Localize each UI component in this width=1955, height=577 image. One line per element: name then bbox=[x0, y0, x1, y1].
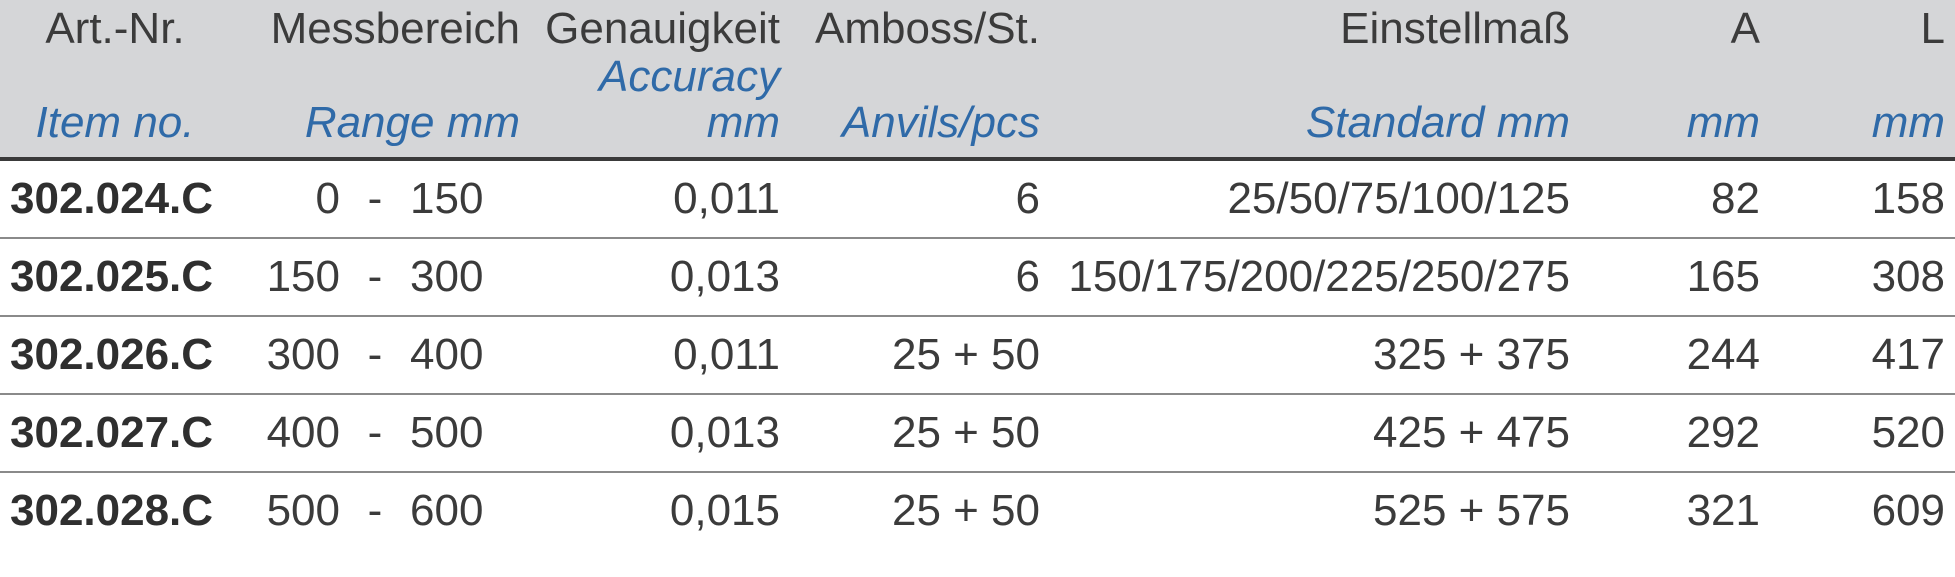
cell-anvils: 6 bbox=[790, 159, 1050, 238]
cell-standard: 425 + 475 bbox=[1050, 394, 1580, 472]
cell-item: 302.024.C bbox=[0, 159, 230, 238]
col-header-item-en: Item no. bbox=[0, 54, 230, 156]
cell-range-dash: - bbox=[350, 159, 400, 238]
cell-item: 302.025.C bbox=[0, 238, 230, 316]
cell-accuracy: 0,011 bbox=[530, 159, 790, 238]
cell-anvils: 25 + 50 bbox=[790, 394, 1050, 472]
cell-standard: 150/175/200/225/250/275 bbox=[1050, 238, 1580, 316]
cell-range-to: 600 bbox=[400, 472, 530, 549]
cell-range-from: 300 bbox=[230, 316, 350, 394]
col-header-a-de: A bbox=[1580, 0, 1770, 54]
col-header-l-de: L bbox=[1770, 0, 1955, 54]
cell-range-dash: - bbox=[350, 316, 400, 394]
cell-anvils: 25 + 50 bbox=[790, 316, 1050, 394]
cell-range-to: 300 bbox=[400, 238, 530, 316]
cell-range-dash: - bbox=[350, 394, 400, 472]
cell-item: 302.026.C bbox=[0, 316, 230, 394]
cell-l: 417 bbox=[1770, 316, 1955, 394]
cell-l: 609 bbox=[1770, 472, 1955, 549]
col-header-anvils-en: Anvils/pcs bbox=[790, 54, 1050, 156]
table-row: 302.026.C 300 - 400 0,011 25 + 50 325 + … bbox=[0, 316, 1955, 394]
col-header-l-en: mm bbox=[1770, 54, 1955, 156]
cell-standard: 25/50/75/100/125 bbox=[1050, 159, 1580, 238]
cell-anvils: 25 + 50 bbox=[790, 472, 1050, 549]
cell-a: 244 bbox=[1580, 316, 1770, 394]
cell-range-to: 400 bbox=[400, 316, 530, 394]
cell-a: 321 bbox=[1580, 472, 1770, 549]
cell-a: 165 bbox=[1580, 238, 1770, 316]
cell-accuracy: 0,015 bbox=[530, 472, 790, 549]
spec-table: Art.-Nr. Messbereich Genauigkeit Amboss/… bbox=[0, 0, 1955, 549]
table-row: 302.028.C 500 - 600 0,015 25 + 50 525 + … bbox=[0, 472, 1955, 549]
col-header-anvils-de: Amboss/St. bbox=[790, 0, 1050, 54]
cell-range-to: 150 bbox=[400, 159, 530, 238]
cell-range-from: 400 bbox=[230, 394, 350, 472]
cell-range-to: 500 bbox=[400, 394, 530, 472]
cell-range-from: 500 bbox=[230, 472, 350, 549]
cell-range-dash: - bbox=[350, 472, 400, 549]
table-row: 302.027.C 400 - 500 0,013 25 + 50 425 + … bbox=[0, 394, 1955, 472]
col-header-standard-de: Einstellmaß bbox=[1050, 0, 1580, 54]
cell-item: 302.027.C bbox=[0, 394, 230, 472]
col-header-a-en: mm bbox=[1580, 54, 1770, 156]
col-header-range-en: Range mm bbox=[230, 54, 530, 156]
col-header-accuracy-en: Accuracy mm bbox=[530, 54, 790, 156]
cell-standard: 525 + 575 bbox=[1050, 472, 1580, 549]
col-header-accuracy-de: Genauigkeit bbox=[530, 0, 790, 54]
cell-range-from: 0 bbox=[230, 159, 350, 238]
cell-l: 520 bbox=[1770, 394, 1955, 472]
cell-l: 308 bbox=[1770, 238, 1955, 316]
table-row: 302.025.C 150 - 300 0,013 6 150/175/200/… bbox=[0, 238, 1955, 316]
cell-item: 302.028.C bbox=[0, 472, 230, 549]
col-header-item-de: Art.-Nr. bbox=[0, 0, 230, 54]
table-body: 302.024.C 0 - 150 0,011 6 25/50/75/100/1… bbox=[0, 159, 1955, 549]
cell-range-dash: - bbox=[350, 238, 400, 316]
table-header: Art.-Nr. Messbereich Genauigkeit Amboss/… bbox=[0, 0, 1955, 159]
col-header-range-de: Messbereich bbox=[230, 0, 530, 54]
cell-l: 158 bbox=[1770, 159, 1955, 238]
cell-accuracy: 0,011 bbox=[530, 316, 790, 394]
cell-accuracy: 0,013 bbox=[530, 394, 790, 472]
cell-a: 292 bbox=[1580, 394, 1770, 472]
cell-accuracy: 0,013 bbox=[530, 238, 790, 316]
table-row: 302.024.C 0 - 150 0,011 6 25/50/75/100/1… bbox=[0, 159, 1955, 238]
cell-standard: 325 + 375 bbox=[1050, 316, 1580, 394]
cell-range-from: 150 bbox=[230, 238, 350, 316]
col-header-standard-en: Standard mm bbox=[1050, 54, 1580, 156]
cell-a: 82 bbox=[1580, 159, 1770, 238]
cell-anvils: 6 bbox=[790, 238, 1050, 316]
